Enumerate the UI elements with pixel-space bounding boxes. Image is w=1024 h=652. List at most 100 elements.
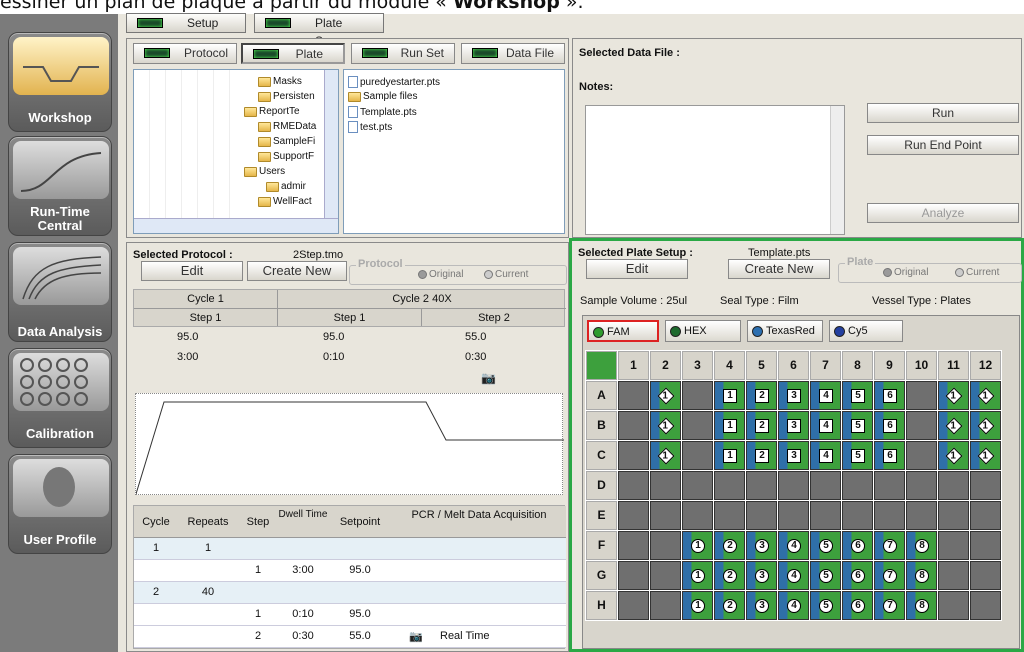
table-row[interactable]: 2 0:30 55.0 📷 Real Time — [134, 626, 566, 648]
well[interactable] — [970, 531, 1001, 560]
well[interactable]: 1 — [682, 591, 713, 620]
table-row[interactable]: 1 0:10 95.0 — [134, 604, 566, 626]
well[interactable]: 2 — [714, 561, 745, 590]
sidebar-item-run-time-central[interactable]: Run-Time Central — [8, 136, 112, 236]
well[interactable]: 1 — [650, 381, 681, 410]
plate-create-new-button[interactable]: Create New — [728, 259, 830, 279]
well[interactable] — [906, 441, 937, 470]
column-header[interactable]: 10 — [906, 351, 937, 380]
notes-scrollbar[interactable] — [830, 106, 844, 234]
well[interactable]: 1 — [970, 441, 1001, 470]
well[interactable] — [650, 501, 681, 530]
column-header[interactable]: 2 — [650, 351, 681, 380]
well[interactable]: 1 — [970, 411, 1001, 440]
well[interactable] — [714, 471, 745, 500]
tree-hscrollbar[interactable] — [134, 218, 338, 233]
row-header[interactable]: E — [586, 501, 617, 530]
well[interactable]: 5 — [842, 381, 873, 410]
well[interactable]: 3 — [746, 531, 777, 560]
well[interactable] — [906, 471, 937, 500]
well[interactable] — [618, 561, 649, 590]
sidebar-item-calibration[interactable]: Calibration — [8, 348, 112, 448]
protocol-original-radio[interactable]: Original — [418, 269, 463, 280]
well[interactable]: 6 — [842, 531, 873, 560]
folder-item[interactable]: WellFact — [258, 196, 312, 207]
well[interactable] — [970, 501, 1001, 530]
row-header[interactable]: D — [586, 471, 617, 500]
column-header[interactable]: 4 — [714, 351, 745, 380]
column-header[interactable]: 9 — [874, 351, 905, 380]
well[interactable]: 4 — [810, 411, 841, 440]
well[interactable]: 1 — [682, 531, 713, 560]
folder-item[interactable]: SampleFi — [258, 136, 315, 147]
row-header[interactable]: G — [586, 561, 617, 590]
well[interactable] — [650, 531, 681, 560]
dye-tab-fam[interactable]: FAM — [587, 320, 659, 342]
well[interactable]: 4 — [810, 381, 841, 410]
well[interactable] — [874, 501, 905, 530]
plate-current-radio[interactable]: Current — [955, 267, 999, 278]
well[interactable] — [970, 471, 1001, 500]
well[interactable] — [778, 471, 809, 500]
sidebar-item-workshop[interactable]: Workshop — [8, 32, 112, 132]
file-list[interactable]: puredyestarter.pts Sample files Template.p… — [343, 69, 565, 234]
row-header[interactable]: F — [586, 531, 617, 560]
well[interactable]: 8 — [906, 531, 937, 560]
well[interactable] — [682, 381, 713, 410]
well[interactable]: 3 — [746, 561, 777, 590]
column-header[interactable]: 12 — [970, 351, 1001, 380]
tab-protocol[interactable]: Protocol — [133, 43, 237, 64]
well[interactable]: 4 — [778, 531, 809, 560]
folder-item[interactable]: RMEData — [258, 121, 316, 132]
column-header[interactable]: 8 — [842, 351, 873, 380]
well[interactable] — [714, 501, 745, 530]
well[interactable]: 3 — [778, 381, 809, 410]
well[interactable] — [906, 411, 937, 440]
well[interactable]: 6 — [842, 591, 873, 620]
well[interactable]: 1 — [714, 441, 745, 470]
well[interactable]: 6 — [842, 561, 873, 590]
tab-plate[interactable]: Plate — [241, 43, 345, 64]
row-header[interactable]: C — [586, 441, 617, 470]
file-item[interactable]: Template.pts — [348, 106, 417, 118]
well[interactable] — [938, 471, 969, 500]
row-header[interactable]: B — [586, 411, 617, 440]
well[interactable]: 4 — [778, 561, 809, 590]
tree-vscrollbar[interactable] — [324, 70, 338, 218]
protocol-edit-button[interactable]: Edit — [141, 261, 243, 281]
protocol-current-radio[interactable]: Current — [484, 269, 528, 280]
run-end-point-button[interactable]: Run End Point — [867, 135, 1019, 155]
table-row[interactable]: 2 40 — [134, 582, 566, 604]
well[interactable]: 3 — [746, 591, 777, 620]
well[interactable]: 1 — [650, 441, 681, 470]
well[interactable]: 4 — [810, 441, 841, 470]
folder-item[interactable]: Persisten — [258, 91, 315, 102]
well[interactable]: 3 — [778, 441, 809, 470]
well[interactable] — [618, 531, 649, 560]
run-button[interactable]: Run — [867, 103, 1019, 123]
file-item[interactable]: Sample files — [348, 91, 417, 102]
well[interactable]: 1 — [682, 561, 713, 590]
column-header[interactable]: 7 — [810, 351, 841, 380]
well[interactable] — [874, 471, 905, 500]
well[interactable]: 1 — [938, 441, 969, 470]
column-header[interactable]: 6 — [778, 351, 809, 380]
dye-tab-hex[interactable]: HEX — [665, 320, 741, 342]
well[interactable] — [618, 501, 649, 530]
well[interactable] — [682, 501, 713, 530]
plate-corner[interactable] — [586, 351, 617, 380]
dye-tab-cy5[interactable]: Cy5 — [829, 320, 903, 342]
notes-textarea[interactable] — [585, 105, 845, 235]
plate-original-radio[interactable]: Original — [883, 267, 928, 278]
well[interactable]: 3 — [778, 411, 809, 440]
well[interactable]: 6 — [874, 441, 905, 470]
column-header[interactable]: 11 — [938, 351, 969, 380]
well[interactable] — [682, 411, 713, 440]
tab-setup[interactable]: Setup — [126, 13, 246, 33]
well[interactable] — [970, 561, 1001, 590]
table-row[interactable]: 1 3:00 95.0 — [134, 560, 566, 582]
well[interactable] — [810, 471, 841, 500]
well[interactable]: 5 — [842, 441, 873, 470]
well[interactable]: 7 — [874, 591, 905, 620]
protocol-create-new-button[interactable]: Create New — [247, 261, 347, 281]
